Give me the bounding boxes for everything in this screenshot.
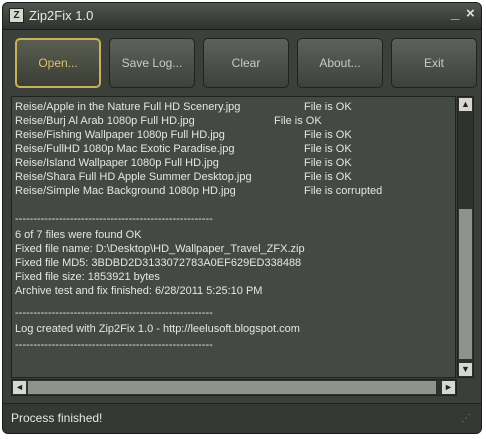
vertical-scrollbar[interactable]: ▲ ▼ (457, 96, 474, 378)
scroll-left-icon[interactable]: ◄ (13, 381, 26, 394)
log-file-status: File is OK (304, 157, 352, 169)
log-file-name: Reise/Shara Full HD Apple Summer Desktop… (15, 171, 252, 183)
log-file-name: Reise/Apple in the Nature Full HD Scener… (15, 101, 241, 113)
log-file-status: File is OK (304, 101, 352, 113)
log-file-status: File is OK (304, 143, 352, 155)
log-separator: ----------------------------------------… (15, 213, 213, 225)
log-file-status: File is OK (304, 171, 352, 183)
log-file-name: Reise/Fishing Wallpaper 1080p Full HD.jp… (15, 129, 225, 141)
log-file-status: File is corrupted (304, 185, 383, 197)
clear-button[interactable]: Clear (203, 38, 289, 88)
scroll-up-icon[interactable]: ▲ (459, 98, 472, 111)
status-text: Process finished! (11, 411, 103, 425)
exit-button[interactable]: Exit (391, 38, 477, 88)
log-summary-line: Fixed file name: D:\Desktop\HD_Wallpaper… (15, 243, 305, 255)
log-file-name: Reise/FullHD 1080p Mac Exotic Paradise.j… (15, 143, 235, 155)
log-output[interactable]: Reise/Apple in the Nature Full HD Scener… (11, 96, 456, 378)
open-button[interactable]: Open... (15, 38, 101, 88)
horizontal-scrollbar[interactable]: ◄ ► (11, 379, 457, 396)
app-icon: Z (9, 8, 24, 23)
log-summary-line: 6 of 7 files were found OK (15, 229, 142, 241)
log-separator: ----------------------------------------… (15, 307, 213, 319)
app-window: Z Zip2Fix 1.0 _ × Open... Save Log... Cl… (2, 2, 482, 434)
resize-grip-icon[interactable]: ⋰ (461, 413, 473, 425)
log-file-name: Reise/Simple Mac Background 1080p HD.jpg (15, 185, 236, 197)
log-file-status: File is OK (304, 129, 352, 141)
vertical-scroll-thumb[interactable] (459, 209, 472, 359)
status-bar: Process finished! ⋰ (3, 403, 481, 433)
log-file-name: Reise/Island Wallpaper 1080p Full HD.jpg (15, 157, 219, 169)
scroll-down-icon[interactable]: ▼ (459, 363, 472, 376)
log-summary-line: Archive test and fix finished: 6/28/2011… (15, 285, 263, 297)
log-file-name: Reise/Burj Al Arab 1080p Full HD.jpg (15, 115, 195, 127)
log-file-status: File is OK (274, 115, 322, 127)
log-summary-line: Fixed file MD5: 3BDBD2D3133072783A0EF629… (15, 257, 302, 269)
log-summary-line: Fixed file size: 1853921 bytes (15, 271, 160, 283)
close-button[interactable]: × (466, 5, 475, 22)
scroll-right-icon[interactable]: ► (442, 381, 455, 394)
minimize-button[interactable]: _ (451, 5, 459, 22)
log-credit: Log created with Zip2Fix 1.0 - http://le… (15, 323, 300, 335)
log-separator: ----------------------------------------… (15, 339, 213, 351)
window-title: Zip2Fix 1.0 (29, 8, 94, 23)
about-button[interactable]: About... (297, 38, 383, 88)
title-bar[interactable]: Z Zip2Fix 1.0 _ × (3, 3, 481, 30)
save-log-button[interactable]: Save Log... (109, 38, 195, 88)
horizontal-scroll-thumb[interactable] (28, 381, 436, 394)
toolbar: Open... Save Log... Clear About... Exit (3, 30, 481, 92)
